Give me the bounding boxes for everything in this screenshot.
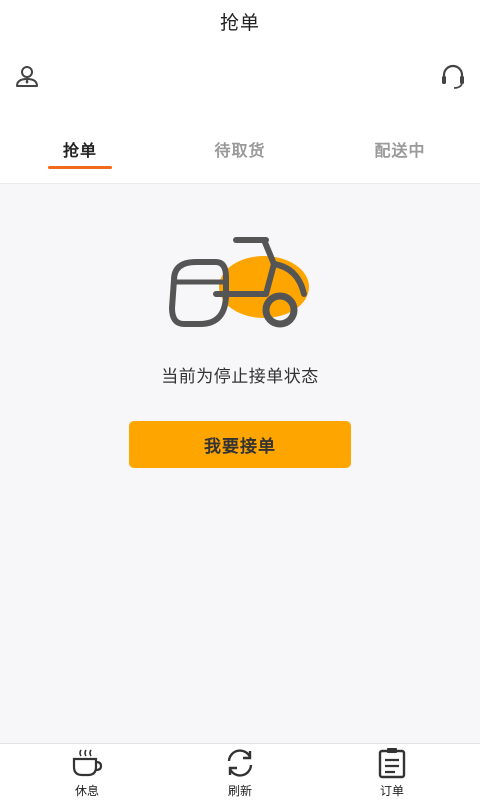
status-message: 当前为停止接单状态 — [161, 367, 319, 387]
refresh-icon — [227, 749, 253, 777]
nav-item-orders[interactable]: 订单 — [312, 744, 472, 800]
nav-item-rest[interactable]: 休息 — [7, 744, 167, 800]
coffee-cup-icon — [72, 749, 103, 777]
nav-label-orders: 订单 — [379, 784, 404, 798]
scooter-illustration — [166, 232, 314, 334]
tab-awaiting-pickup[interactable]: 待取货 — [160, 136, 320, 172]
nav-label-refresh: 刷新 — [227, 784, 252, 798]
order-list-icon — [378, 748, 406, 779]
tab-delivering[interactable]: 配送中 — [320, 136, 480, 172]
page-title: 抢单 — [219, 12, 260, 34]
start-accepting-orders-button[interactable]: 我要接单 — [129, 421, 351, 468]
nav-item-refresh[interactable]: 刷新 — [160, 744, 320, 800]
rider-profile-icon — [16, 66, 38, 87]
headset-icon — [442, 64, 464, 89]
top-bar: 抢单 抢单 待取货 配送中 — [0, 0, 480, 184]
active-tab-indicator — [48, 166, 112, 169]
bottom-navigation: 休息 刷新 订单 — [0, 743, 480, 800]
customer-service-button[interactable] — [438, 62, 468, 92]
scooter-icon — [169, 237, 309, 328]
rider-profile-button[interactable] — [12, 62, 42, 92]
nav-label-rest: 休息 — [74, 784, 99, 798]
order-tabs: 抢单 待取货 配送中 — [0, 136, 480, 176]
